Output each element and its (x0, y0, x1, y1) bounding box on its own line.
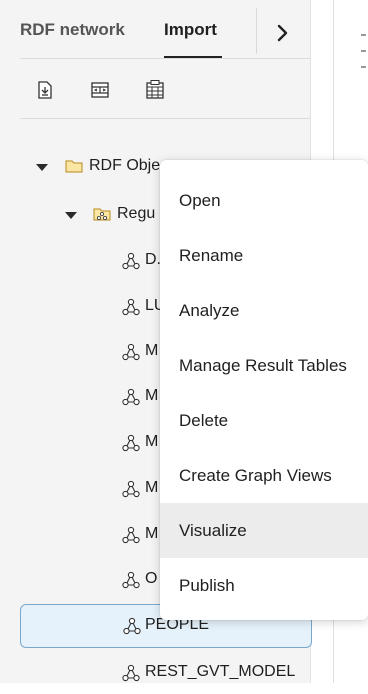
menu-item-label: Delete (179, 410, 229, 430)
graph-model-icon (121, 252, 141, 275)
menu-item-label: Manage Result Tables (179, 355, 347, 375)
tree-node-label: M (145, 342, 159, 359)
graph-model-icon (122, 617, 142, 640)
tree-node-label: M (145, 387, 159, 404)
import-file-icon[interactable] (33, 78, 57, 102)
graph-model-icon (121, 298, 141, 321)
menu-item-label: Open (179, 190, 221, 210)
caret-down-icon[interactable] (36, 164, 48, 171)
menu-item-create-graph-views[interactable]: Create Graph Views (160, 448, 368, 503)
graph-model-icon (121, 343, 141, 366)
chevron-right-icon[interactable] (266, 18, 300, 48)
tree-node-label: REST_GVT_MODEL (145, 663, 296, 680)
menu-item-visualize[interactable]: Visualize (160, 503, 368, 558)
menu-item-analyze[interactable]: Analyze (160, 283, 368, 338)
menu-item-label: Analyze (179, 300, 240, 320)
graph-model-icon (121, 388, 141, 411)
model-folder-icon (93, 206, 113, 227)
tab-separator (256, 8, 257, 54)
context-menu: Open Rename Analyze Manage Result Tables… (160, 160, 368, 620)
menu-item-manage-result-tables[interactable]: Manage Result Tables (160, 338, 368, 393)
toolbar-divider (20, 118, 310, 119)
content-fragments (361, 34, 368, 94)
tabs-divider (20, 58, 310, 59)
tree-node-label: M (145, 525, 159, 542)
table-grid-icon[interactable] (143, 78, 167, 102)
graph-model-icon (121, 664, 141, 687)
tree-node-label: M (145, 433, 159, 450)
tree-node-label: M (145, 479, 159, 496)
split-layout-icon[interactable] (88, 78, 112, 102)
tab-rdf-network[interactable]: RDF network (20, 20, 125, 40)
menu-item-label: Rename (179, 245, 244, 265)
menu-item-label: Create Graph Views (179, 465, 332, 485)
caret-down-icon[interactable] (65, 212, 77, 219)
graph-model-icon (121, 526, 141, 549)
tab-import[interactable]: Import (164, 20, 217, 40)
tree-node-label: O (145, 570, 158, 587)
folder-icon (65, 158, 83, 179)
tree-node-model[interactable]: REST_GVT_MODEL (20, 652, 310, 694)
menu-item-label: Visualize (179, 520, 247, 540)
menu-item-rename[interactable]: Rename (160, 228, 368, 283)
graph-model-icon (121, 571, 141, 594)
tree-node-label: RDF Obje (89, 157, 161, 174)
menu-item-delete[interactable]: Delete (160, 393, 368, 448)
menu-item-open[interactable]: Open (160, 173, 368, 228)
menu-item-label: Publish (179, 575, 235, 595)
tree-node-label: Regu (117, 205, 156, 222)
menu-item-publish[interactable]: Publish (160, 558, 368, 613)
graph-model-icon (121, 434, 141, 457)
tree-node-label: D. (145, 251, 161, 268)
graph-model-icon (121, 480, 141, 503)
